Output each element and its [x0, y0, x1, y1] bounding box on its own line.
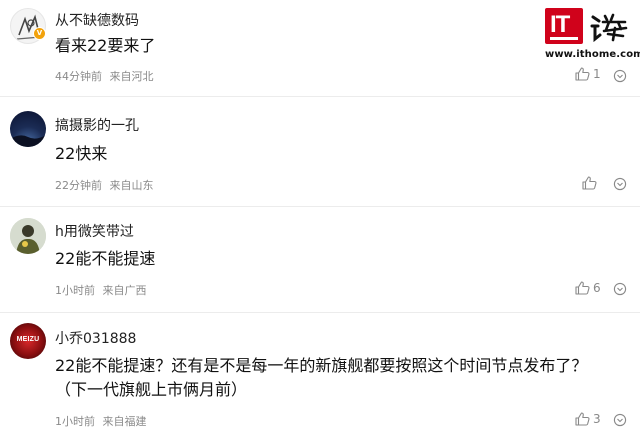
like-button[interactable]: 1: [575, 67, 601, 81]
comment-text: 22能不能提速: [55, 249, 156, 268]
comment-item: h用微笑带过 22能不能提速 1小时前 来自广西 6: [0, 207, 640, 311]
like-button[interactable]: 6: [575, 281, 601, 295]
comment-time: 44分钟前: [55, 70, 102, 83]
comment-location: 来自福建: [102, 415, 147, 428]
comment-time: 1小时前: [55, 415, 95, 428]
like-count: 6: [593, 281, 601, 295]
comment-meta: 1小时前 来自福建: [55, 413, 147, 429]
thumbs-up-icon: [575, 67, 590, 81]
comment-text-line: （下一代旗舰上市俩月前）: [55, 380, 248, 399]
comment-text-line: 22能不能提速？还有是不是每一年的新旗舰都要按照这个时间节点发布了？: [55, 356, 588, 375]
avatar-brand-text: MEIZU: [16, 336, 40, 343]
comment-location: 来自山东: [109, 179, 154, 192]
figure-photo: [10, 218, 46, 254]
thumbs-up-icon: [582, 176, 597, 190]
comment-meta: 1小时前 来自广西: [55, 282, 147, 298]
avatar[interactable]: MEIZU: [10, 323, 46, 359]
comment-time: 22分钟前: [55, 179, 102, 192]
comment-time: 1小时前: [55, 284, 95, 297]
comment-item: V 从不缺德数码 看来22要来了 44分钟前 来自河北 1: [0, 0, 640, 95]
more-options-icon[interactable]: [613, 282, 627, 296]
comment-list: IT www.ithome.com V 从不缺德数码 看来22要来了 44分钟前…: [0, 0, 640, 433]
thumbs-up-icon: [575, 412, 590, 426]
comment-item: 搞摄影的一孔 22快来 22分钟前 来自山东: [0, 97, 640, 205]
thumbs-up-icon: [575, 281, 590, 295]
more-options-icon[interactable]: [613, 413, 627, 427]
comment-location: 来自广西: [102, 284, 147, 297]
comment-text: 22快来: [55, 144, 108, 163]
like-count: 1: [593, 67, 601, 81]
comment-item: MEIZU 小乔031888 22能不能提速？还有是不是每一年的新旗舰都要按照这…: [0, 313, 640, 433]
username[interactable]: h用微笑带过: [55, 221, 134, 241]
username[interactable]: 小乔031888: [55, 328, 136, 348]
night-sky-photo: [10, 135, 46, 147]
username[interactable]: 搞摄影的一孔: [55, 115, 139, 135]
comment-meta: 44分钟前 来自河北: [55, 68, 154, 84]
like-button[interactable]: [582, 176, 597, 190]
avatar[interactable]: [10, 218, 46, 254]
comment-text: 看来22要来了: [55, 36, 156, 55]
more-options-icon[interactable]: [613, 177, 627, 191]
comment-location: 来自河北: [109, 70, 154, 83]
like-button[interactable]: 3: [575, 412, 601, 426]
username[interactable]: 从不缺德数码: [55, 10, 139, 30]
avatar[interactable]: [10, 111, 46, 147]
like-count: 3: [593, 412, 601, 426]
verified-badge-icon: V: [33, 27, 46, 40]
more-options-icon[interactable]: [613, 69, 627, 83]
comment-meta: 22分钟前 来自山东: [55, 177, 154, 193]
